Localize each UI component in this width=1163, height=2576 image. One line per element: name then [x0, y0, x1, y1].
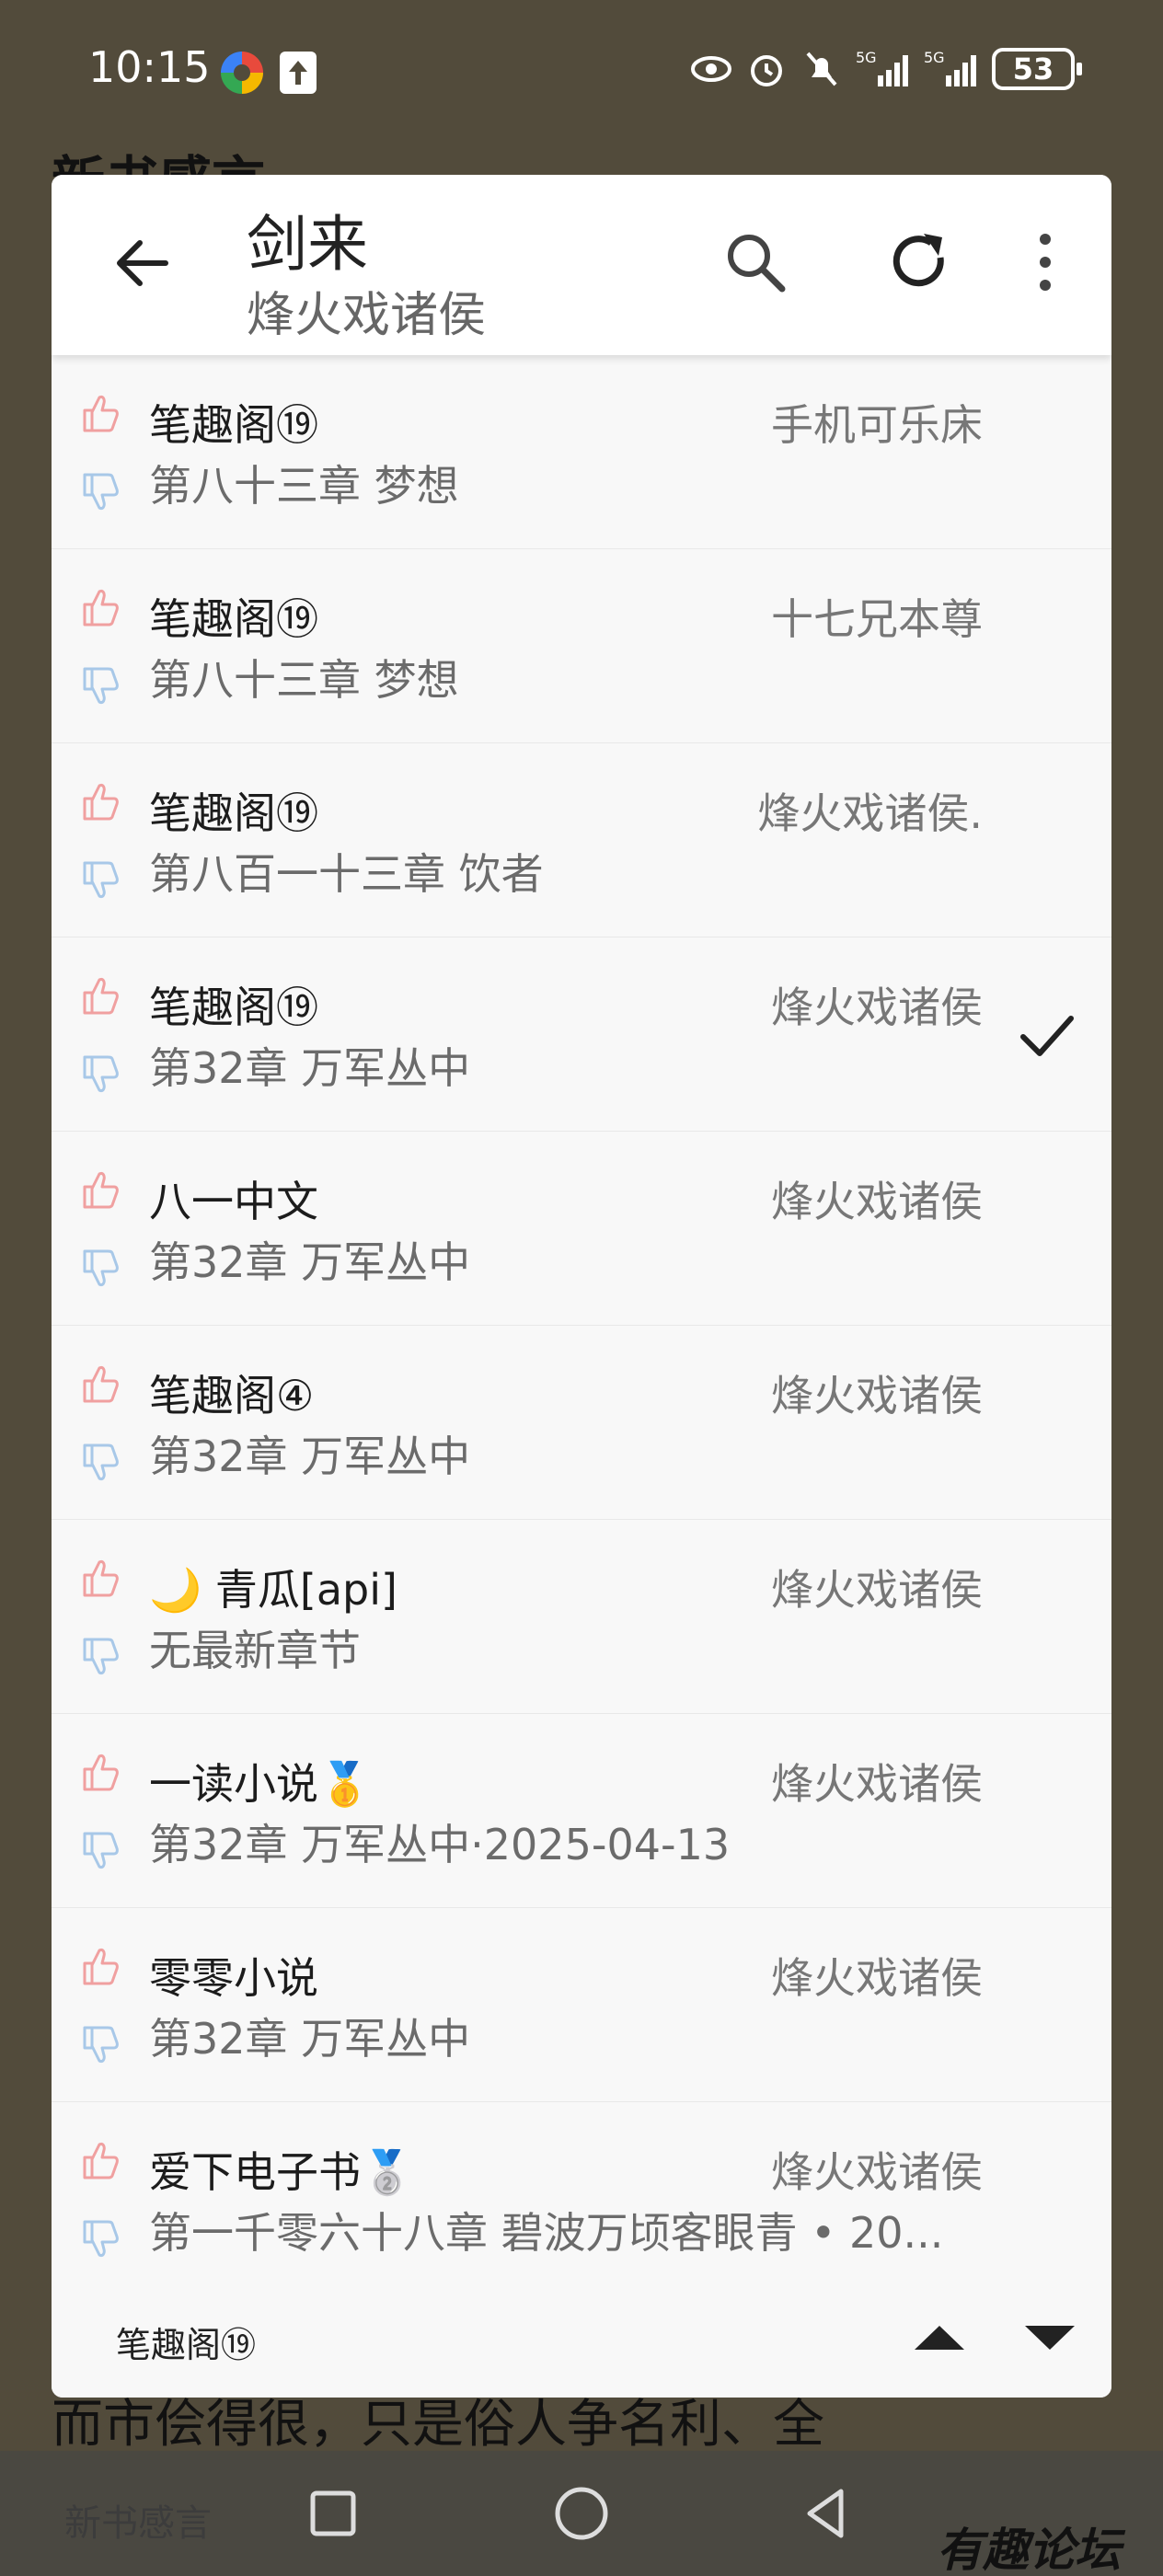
source-row[interactable]: 🌙 青瓜[api] 无最新章节 烽火戏诸侯 — [52, 1520, 1111, 1714]
selected-check-icon — [1016, 1006, 1077, 1066]
source-author: 烽火戏诸侯 — [771, 1565, 983, 1615]
book-title: 剑来 — [247, 209, 368, 280]
bell-muted-icon — [806, 52, 837, 86]
thumb-down-icon[interactable] — [75, 1052, 121, 1098]
source-name: 爱下电子书🥈 — [149, 2147, 414, 2197]
source-switch-dialog: 剑来 烽火戏诸侯 笔趣阁⑲ 第八十三章 梦想 手机可乐床 笔趣阁⑲ 第八十三章 梦想 十七… — [52, 175, 1111, 2398]
status-time: 10:15 — [88, 42, 211, 92]
source-row[interactable]: 笔趣阁④ 第32章 万军丛中 烽火戏诸侯 — [52, 1326, 1111, 1520]
thumb-down-icon[interactable] — [75, 1828, 121, 1874]
home-icon[interactable] — [552, 2484, 611, 2543]
source-row[interactable]: 笔趣阁⑲ 第八十三章 梦想 十七兄本尊 — [52, 549, 1111, 743]
latest-chapter: 第一千零六十八章 碧波万顷客眼青 • 20... — [149, 2208, 944, 2258]
thumb-down-icon[interactable] — [75, 1440, 121, 1486]
source-author: 手机可乐床 — [771, 400, 983, 450]
source-author: 十七兄本尊 — [771, 594, 983, 644]
source-author: 烽火戏诸侯. — [757, 788, 983, 838]
thumb-down-icon[interactable] — [75, 2216, 121, 2262]
source-row[interactable]: 笔趣阁⑲ 第32章 万军丛中 烽火戏诸侯 — [52, 937, 1111, 1132]
dialog-toolbar: 剑来 烽火戏诸侯 — [52, 175, 1111, 355]
thumb-up-icon[interactable] — [75, 584, 121, 630]
current-source-label: 笔趣阁⑲ — [116, 2325, 257, 2365]
scroll-down-icon[interactable] — [1018, 2317, 1082, 2359]
source-author: 烽火戏诸侯 — [771, 2147, 983, 2197]
book-author: 烽火戏诸侯 — [247, 288, 487, 343]
source-row[interactable]: 八一中文第32章 万军丛中 烽火戏诸侯 — [52, 1132, 1111, 1326]
thumb-up-icon[interactable] — [75, 1167, 121, 1213]
latest-chapter: 无最新章节 — [149, 1626, 361, 1675]
latest-chapter: 第32章 万军丛中·2025-04-13 — [149, 1820, 731, 1869]
source-row[interactable]: 笔趣阁⑲ 第八百一十三章 饮者 烽火戏诸侯. — [52, 743, 1111, 937]
thumb-up-icon[interactable] — [75, 2137, 121, 2183]
battery-indicator: 53 — [992, 48, 1082, 90]
status-bar: 10:15 5G 5G 53 — [0, 0, 1163, 147]
recent-apps-icon[interactable] — [307, 2488, 359, 2539]
source-author: 烽火戏诸侯 — [771, 983, 983, 1032]
thumb-up-icon[interactable] — [75, 390, 121, 436]
latest-chapter: 第32章 万军丛中 — [149, 1432, 471, 1481]
source-author: 烽火戏诸侯 — [771, 1371, 983, 1420]
latest-chapter: 第八百一十三章 饮者 — [149, 849, 544, 899]
thumb-down-icon[interactable] — [75, 1634, 121, 1680]
watermark: 有趣论坛 — [937, 2523, 1121, 2576]
source-name: 笔趣阁⑲ — [149, 594, 318, 644]
search-icon[interactable] — [714, 221, 797, 304]
signal-5g-icon-2: 5G — [924, 49, 976, 86]
thumb-down-icon[interactable] — [75, 857, 121, 903]
source-name: 一读小说🥇 — [149, 1759, 372, 1809]
source-row[interactable]: 零零小说第32章 万军丛中 烽火戏诸侯 — [52, 1908, 1111, 2102]
latest-chapter: 第32章 万军丛中 — [149, 1237, 471, 1287]
dialog-footer: 笔趣阁⑲ — [52, 2280, 1111, 2398]
more-vert-icon[interactable] — [1018, 221, 1073, 304]
alarm-icon — [751, 55, 782, 86]
nav-back-icon[interactable] — [797, 2484, 856, 2543]
source-name: 笔趣阁⑲ — [149, 400, 318, 450]
source-name: 八一中文 — [149, 1177, 318, 1226]
latest-chapter: 第32章 万军丛中 — [149, 1043, 471, 1093]
thumb-down-icon[interactable] — [75, 663, 121, 709]
source-row[interactable]: 一读小说🥇 第32章 万军丛中·2025-04-13 烽火戏诸侯 — [52, 1714, 1111, 1908]
thumb-up-icon[interactable] — [75, 1361, 121, 1407]
scroll-up-icon[interactable] — [907, 2317, 972, 2359]
latest-chapter: 第32章 万军丛中 — [149, 2014, 471, 2064]
source-name: 笔趣阁⑲ — [149, 983, 318, 1032]
source-author: 烽火戏诸侯 — [771, 1177, 983, 1226]
background-nav-text: 新书感言 — [64, 2502, 212, 2545]
latest-chapter: 第八十三章 梦想 — [149, 655, 459, 705]
source-name: 零零小说 — [149, 1953, 318, 2003]
source-row[interactable]: 爱下电子书🥈 第一千零六十八章 碧波万顷客眼青 • 20... 烽火戏诸侯 — [52, 2102, 1111, 2296]
thumb-down-icon[interactable] — [75, 1246, 121, 1292]
refresh-icon[interactable] — [878, 221, 961, 304]
svg-text:5G: 5G — [924, 49, 945, 66]
source-name: 笔趣阁④ — [149, 1371, 315, 1420]
svg-text:5G: 5G — [856, 49, 877, 66]
source-name: 🌙 青瓜[api] — [149, 1565, 397, 1615]
thumb-up-icon[interactable] — [75, 1749, 121, 1795]
thumb-down-icon[interactable] — [75, 2022, 121, 2068]
thumb-up-icon[interactable] — [75, 972, 121, 1018]
thumb-up-icon[interactable] — [75, 1555, 121, 1601]
app-notification-icon — [221, 52, 263, 94]
back-arrow-icon[interactable] — [105, 226, 178, 300]
source-author: 烽火戏诸侯 — [771, 1759, 983, 1809]
source-author: 烽火戏诸侯 — [771, 1953, 983, 2003]
source-row[interactable]: 笔趣阁⑲ 第八十三章 梦想 手机可乐床 — [52, 355, 1111, 549]
latest-chapter: 第八十三章 梦想 — [149, 461, 459, 511]
upload-icon — [280, 52, 317, 94]
thumb-down-icon[interactable] — [75, 469, 121, 515]
source-list: 笔趣阁⑲ 第八十三章 梦想 手机可乐床 笔趣阁⑲ 第八十三章 梦想 十七兄本尊 笔趣阁⑲ 第八… — [52, 355, 1111, 2398]
thumb-up-icon[interactable] — [75, 778, 121, 824]
thumb-up-icon[interactable] — [75, 1943, 121, 1989]
eye-icon — [691, 56, 731, 82]
signal-5g-icon: 5G — [856, 49, 908, 86]
source-name: 笔趣阁⑲ — [149, 788, 318, 838]
